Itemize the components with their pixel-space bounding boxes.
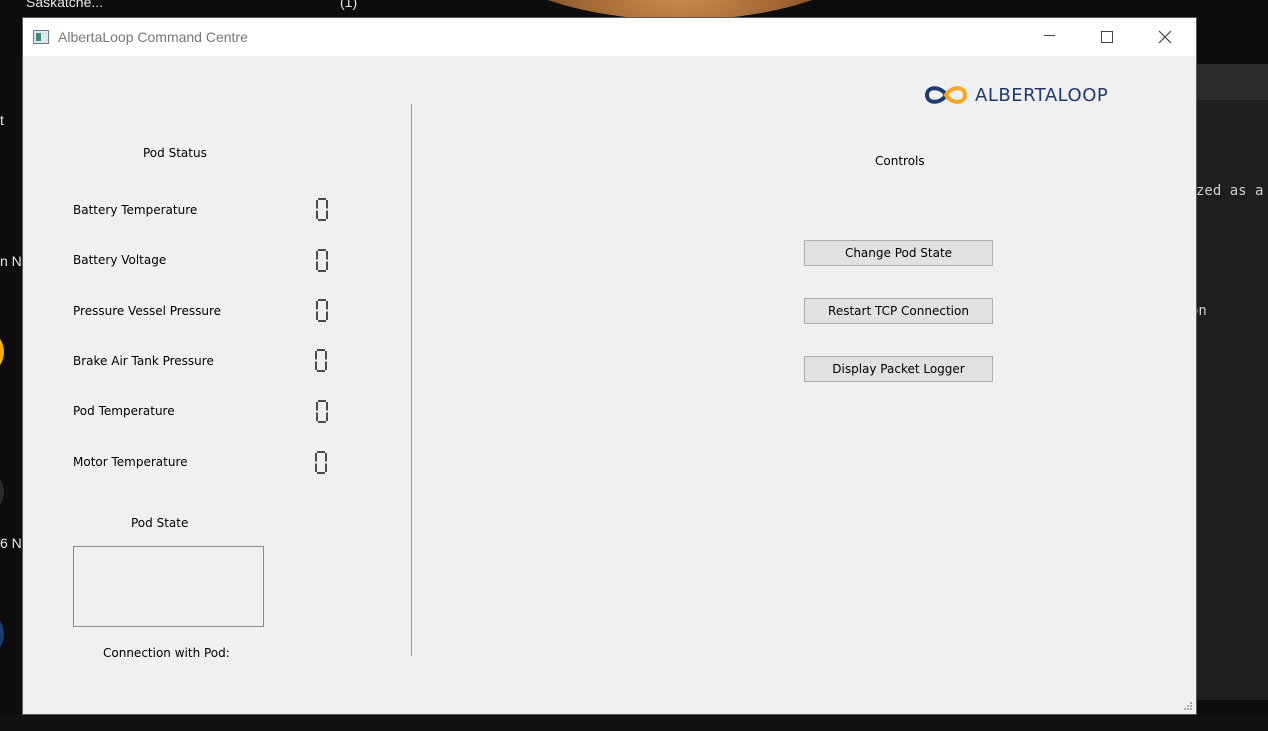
lcd-digit [316, 249, 328, 272]
lcd-digit [316, 400, 328, 423]
battery-voltage-label: Battery Voltage [73, 253, 167, 267]
brake-air-tank-pressure-label: Brake Air Tank Pressure [73, 354, 214, 368]
window-title: AlbertaLoop Command Centre [58, 29, 248, 45]
wallpaper-planet [470, 0, 890, 20]
restart-tcp-connection-button[interactable]: Restart TCP Connection [804, 298, 993, 324]
battery-voltage-lcd [316, 249, 328, 272]
lcd-digit [315, 349, 327, 372]
brake-air-tank-pressure-lcd [315, 349, 327, 372]
minimize-button[interactable] [1020, 18, 1078, 56]
motor-temperature-lcd [315, 451, 327, 474]
maximize-icon [1101, 31, 1113, 43]
background-app-icon [0, 335, 4, 369]
maximize-button[interactable] [1078, 18, 1136, 56]
controls-heading: Controls [875, 154, 925, 168]
pod-state-display [73, 546, 264, 627]
pressure-vessel-pressure-lcd [316, 299, 328, 322]
vertical-divider [411, 104, 412, 656]
resize-grip-icon[interactable] [1183, 701, 1193, 711]
logo-wordmark: ALBERTALOOP [975, 84, 1109, 106]
close-button[interactable] [1136, 18, 1194, 56]
close-icon [1158, 30, 1172, 44]
pod-temperature-lcd [316, 400, 328, 423]
infinity-logo-icon [924, 86, 968, 104]
background-fragment: t [0, 112, 4, 128]
change-pod-state-button[interactable]: Change Pod State [804, 240, 993, 266]
lcd-digit [316, 198, 328, 221]
lcd-digit [316, 299, 328, 322]
battery-temperature-lcd [316, 198, 328, 221]
background-window-count: (1) [340, 0, 358, 10]
app-window: AlbertaLoop Command Centre ALBERTALOOP P… [23, 18, 1196, 714]
background-fragment: n N [0, 253, 22, 269]
window-client-area: ALBERTALOOP Pod Status Battery Temperatu… [23, 56, 1196, 714]
lcd-digit [315, 451, 327, 474]
background-terminal-line: zed as a [1196, 183, 1264, 199]
app-icon [33, 30, 49, 44]
background-taskbar-strip [0, 714, 1268, 731]
motor-temperature-label: Motor Temperature [73, 455, 188, 469]
pressure-vessel-pressure-label: Pressure Vessel Pressure [73, 304, 221, 318]
display-packet-logger-button[interactable]: Display Packet Logger [804, 356, 993, 382]
pod-temperature-label: Pod Temperature [73, 404, 175, 418]
pod-status-heading: Pod Status [143, 146, 207, 160]
pod-state-heading: Pod State [131, 516, 189, 530]
background-app-icon [0, 475, 4, 509]
battery-temperature-label: Battery Temperature [73, 203, 198, 217]
minimize-icon [1043, 34, 1055, 36]
albertaloop-logo: ALBERTALOOP [921, 82, 1108, 108]
title-bar[interactable]: AlbertaLoop Command Centre [23, 18, 1196, 56]
connection-status-label: Connection with Pod: [103, 646, 230, 660]
background-terminal-tabbar [1196, 64, 1268, 100]
background-fragment: 6 N [0, 535, 22, 551]
background-window-text: Saskatche... [26, 0, 104, 10]
background-app-icon [0, 617, 4, 651]
